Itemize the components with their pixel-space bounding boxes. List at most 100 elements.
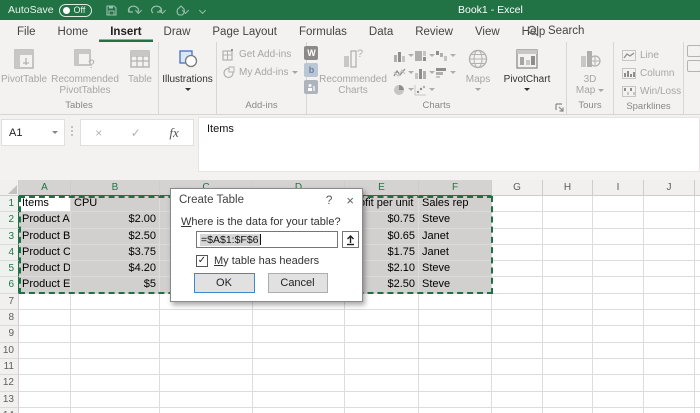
cell-F2[interactable]: Steve — [419, 212, 492, 228]
cell-E8[interactable] — [345, 310, 419, 326]
select-all-corner[interactable] — [0, 180, 19, 196]
cell-D9[interactable] — [253, 326, 345, 342]
table-button[interactable]: Table — [122, 45, 158, 87]
column-header-clipped[interactable] — [695, 180, 700, 196]
cell[interactable] — [695, 359, 700, 375]
cell-C11[interactable] — [160, 359, 253, 375]
column-header-I[interactable]: I — [593, 180, 644, 196]
cell-I14[interactable] — [593, 408, 644, 413]
row-header-5[interactable]: 5 — [0, 261, 19, 277]
cell-A8[interactable] — [19, 310, 71, 326]
cell-G11[interactable] — [492, 359, 543, 375]
cell-H6[interactable] — [543, 277, 593, 293]
column-header-H[interactable]: H — [543, 180, 593, 196]
cell-E11[interactable] — [345, 359, 419, 375]
name-box[interactable]: A1 — [1, 119, 65, 146]
cell-H1[interactable] — [543, 196, 593, 212]
cell[interactable] — [695, 294, 700, 310]
cell-G8[interactable] — [492, 310, 543, 326]
cell-D13[interactable] — [253, 392, 345, 408]
ok-button[interactable]: OK — [194, 273, 255, 293]
help-icon[interactable]: ? — [326, 193, 333, 207]
cell-C12[interactable] — [160, 375, 253, 391]
cell-B14[interactable] — [71, 408, 160, 413]
column-header-F[interactable]: F — [419, 180, 492, 196]
cell-E9[interactable] — [345, 326, 419, 342]
cell-A1[interactable]: Items — [19, 196, 71, 212]
row-header-6[interactable]: 6 — [0, 277, 19, 293]
cell-I9[interactable] — [593, 326, 644, 342]
cell[interactable] — [695, 212, 700, 228]
cell-A12[interactable] — [19, 375, 71, 391]
cancel-entry-icon[interactable]: × — [95, 126, 102, 140]
cell-F7[interactable] — [419, 294, 492, 310]
cell-A14[interactable] — [19, 408, 71, 413]
cell-J5[interactable] — [644, 261, 695, 277]
cell-J4[interactable] — [644, 245, 695, 261]
tab-formulas[interactable]: Formulas — [288, 23, 358, 42]
cell-E12[interactable] — [345, 375, 419, 391]
insert-histogram-chart-button[interactable] — [414, 64, 435, 81]
redo-dropdown-icon[interactable] — [159, 6, 166, 13]
cell-H10[interactable] — [543, 343, 593, 359]
cell-B13[interactable] — [71, 392, 160, 408]
undo-dropdown-icon[interactable] — [135, 6, 142, 13]
cell-H11[interactable] — [543, 359, 593, 375]
3d-map-button[interactable]: 3DMap — [568, 45, 612, 98]
cell-B5[interactable]: $4.20 — [71, 261, 160, 277]
cell-G1[interactable] — [492, 196, 543, 212]
cell-J11[interactable] — [644, 359, 695, 375]
cell-I3[interactable] — [593, 229, 644, 245]
dialog-header[interactable]: Create Table ? × — [171, 189, 362, 211]
get-addins-button[interactable]: Get Add-ins — [220, 45, 300, 63]
cell-H13[interactable] — [543, 392, 593, 408]
column-header-J[interactable]: J — [644, 180, 695, 196]
cell-F8[interactable] — [419, 310, 492, 326]
headers-checkbox-row[interactable]: ✓ My table has headers — [196, 255, 319, 267]
tab-file[interactable]: File — [6, 23, 47, 42]
cell-J7[interactable] — [644, 294, 695, 310]
cell-G3[interactable] — [492, 229, 543, 245]
tab-insert[interactable]: Insert — [99, 23, 152, 42]
row-header-4[interactable]: 4 — [0, 245, 19, 261]
column-header-A[interactable]: A — [19, 180, 71, 196]
cell-B3[interactable]: $2.50 — [71, 229, 160, 245]
tab-review[interactable]: Review — [404, 23, 464, 42]
cell-B4[interactable]: $3.75 — [71, 245, 160, 261]
cell-C10[interactable] — [160, 343, 253, 359]
cell-C9[interactable] — [160, 326, 253, 342]
insert-bar-chart-button[interactable] — [435, 64, 456, 81]
checkbox-checked-icon[interactable]: ✓ — [196, 255, 208, 267]
cell-B11[interactable] — [71, 359, 160, 375]
cell-A6[interactable]: Product E — [19, 277, 71, 293]
sparkline-line-button[interactable]: Line — [620, 46, 661, 64]
cell-D14[interactable] — [253, 408, 345, 413]
cell-H14[interactable] — [543, 408, 593, 413]
cell-F12[interactable] — [419, 375, 492, 391]
cell-B6[interactable]: $5 — [71, 277, 160, 293]
tab-page-layout[interactable]: Page Layout — [201, 23, 288, 42]
cell-E10[interactable] — [345, 343, 419, 359]
row-header-1[interactable]: 1 — [0, 196, 19, 212]
cell-H7[interactable] — [543, 294, 593, 310]
cell-G10[interactable] — [492, 343, 543, 359]
cell-G12[interactable] — [492, 375, 543, 391]
cell-F10[interactable] — [419, 343, 492, 359]
cell-H3[interactable] — [543, 229, 593, 245]
my-addins-button[interactable]: My Add-ins — [220, 63, 300, 81]
table-range-input[interactable]: =$A$1:$F$6 — [196, 231, 338, 248]
search-box[interactable]: Search — [527, 20, 584, 42]
cell-J12[interactable] — [644, 375, 695, 391]
autosave-toggle[interactable]: Off — [59, 4, 93, 17]
cell-J1[interactable] — [644, 196, 695, 212]
cell-D12[interactable] — [253, 375, 345, 391]
cell-J14[interactable] — [644, 408, 695, 413]
cell-F6[interactable]: Steve — [419, 277, 492, 293]
cell-I13[interactable] — [593, 392, 644, 408]
insert-pie-chart-button[interactable] — [393, 81, 414, 98]
cell-D8[interactable] — [253, 310, 345, 326]
cell-I1[interactable] — [593, 196, 644, 212]
insert-treemap-chart-button[interactable] — [414, 47, 435, 64]
recommended-pivottables-button[interactable]: ? Recommended PivotTables — [48, 45, 122, 98]
cell-G13[interactable] — [492, 392, 543, 408]
